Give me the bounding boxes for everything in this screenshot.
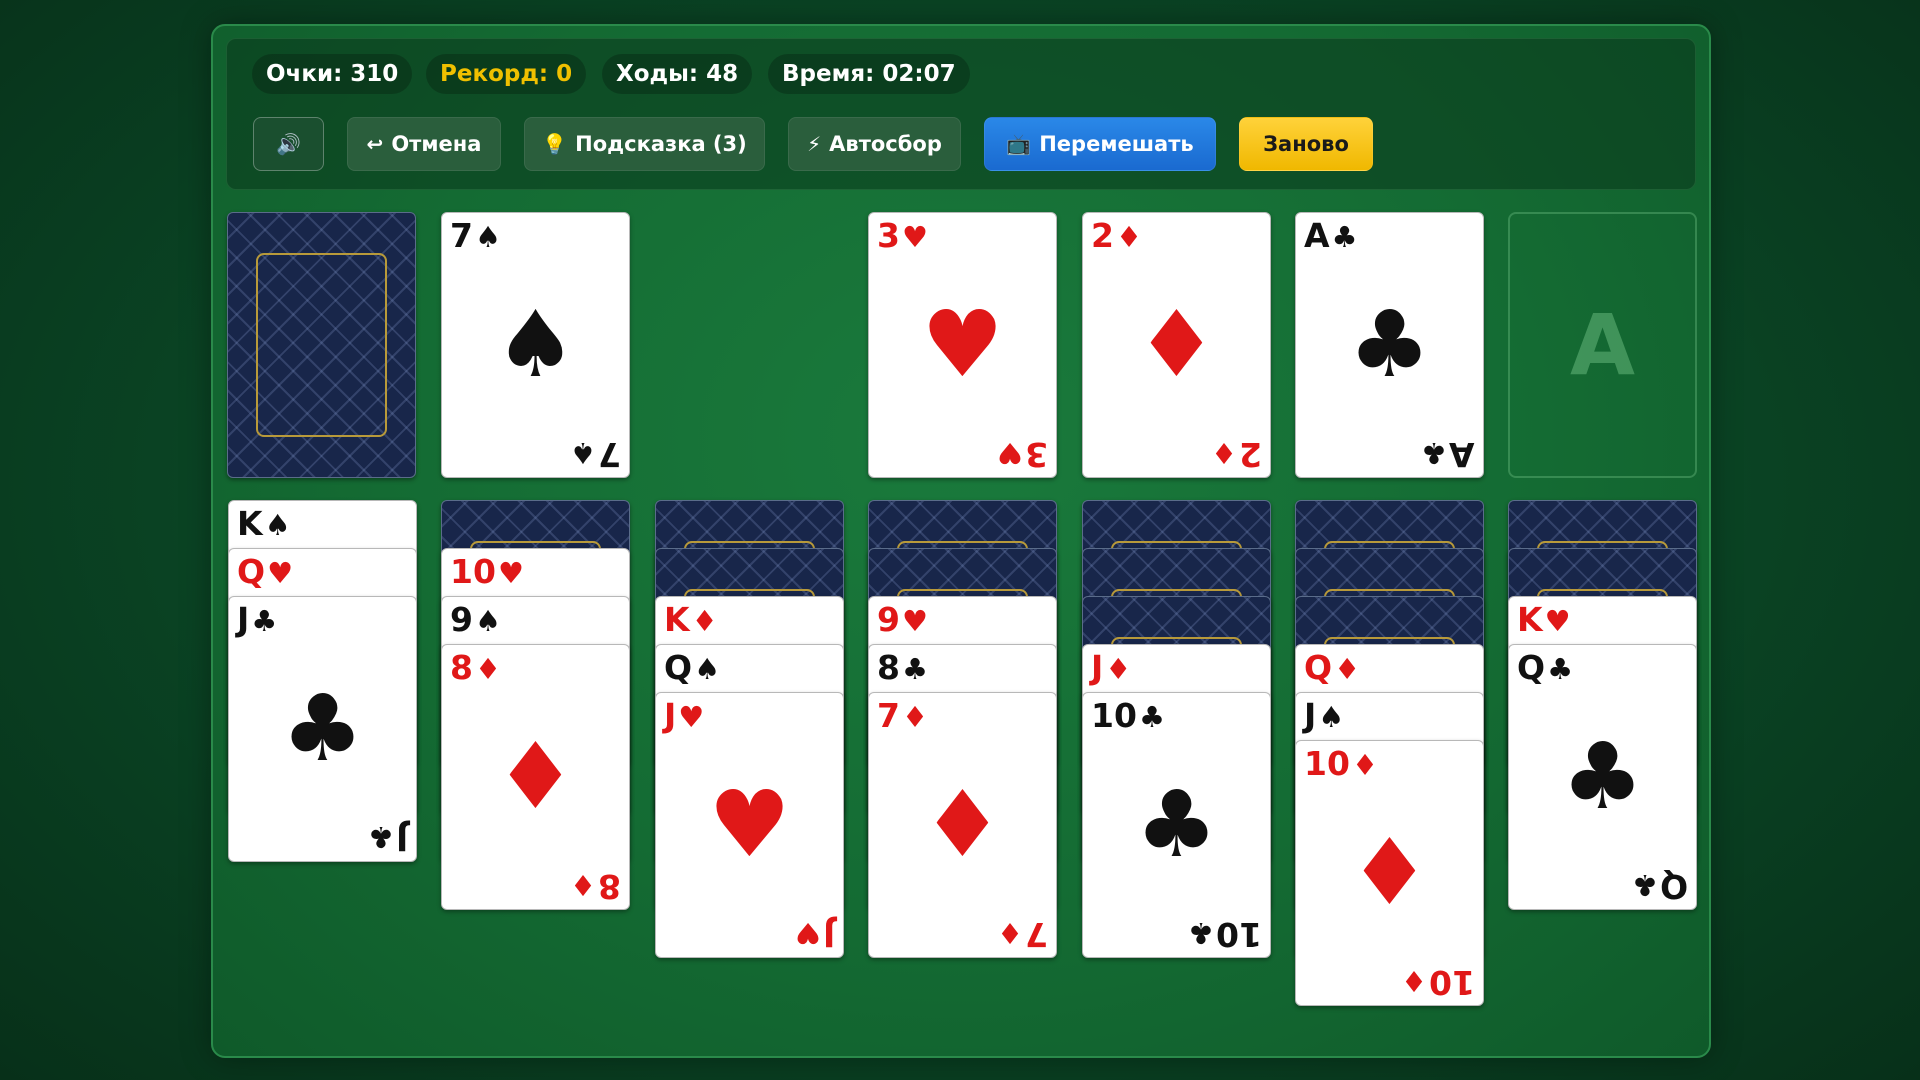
tableau-card[interactable]: 7♦ ♦ 7♦ (868, 692, 1057, 958)
record-stat: Рекорд: 0 (426, 54, 587, 94)
tableau-card[interactable]: 10♦ ♦ 10♦ (1295, 740, 1484, 1006)
card-corner-bottom: 7♠ (570, 434, 621, 474)
diamond-icon: ♦ (1211, 436, 1238, 470)
card-rank: Q (1659, 867, 1688, 906)
foundation-card[interactable]: 2♦ ♦ 2♦ (1082, 212, 1271, 478)
lightbulb-icon: 💡 (542, 132, 568, 156)
tableau-card[interactable]: J♥ ♥ J♥ (655, 692, 844, 958)
tableau-card[interactable]: Q♣ ♣ Q♣ (1508, 644, 1697, 910)
card-corner-bottom: Q♣ (1631, 866, 1688, 906)
moves-stat: Ходы: 48 (602, 54, 753, 94)
diamond-icon: ♦ (570, 868, 597, 902)
club-icon: ♣ (367, 820, 394, 854)
foundation-card[interactable]: 3♥ ♥ 3♥ (868, 212, 1057, 478)
heart-icon: ♥ (794, 916, 821, 950)
spade-icon: ♠ (570, 436, 597, 470)
autocollect-button[interactable]: ⚡ Автосбор (788, 117, 961, 171)
card-rank: J (395, 819, 408, 858)
card-rank: 7 (598, 435, 621, 474)
card-rank: 7 (1025, 915, 1048, 954)
hint-button[interactable]: 💡 Подсказка (3) (524, 117, 765, 171)
card-corner-bottom: 3♥ (997, 434, 1048, 474)
diamond-icon: ♦ (1401, 964, 1428, 998)
card-corner-bottom: 2♦ (1211, 434, 1262, 474)
undo-button[interactable]: ↩ Отмена (347, 117, 501, 171)
shuffle-button[interactable]: 📺 Перемешать (984, 117, 1216, 171)
card-corner-bottom: 10♣ (1188, 914, 1262, 954)
card-rank: 10 (1429, 963, 1475, 1002)
waste-card[interactable]: 7♠ ♠ 7♠ (441, 212, 630, 478)
card-rank: A (1449, 435, 1475, 474)
card-corner-bottom: 7♦ (997, 914, 1048, 954)
diamond-icon: ♦ (997, 916, 1024, 950)
club-icon: ♣ (1421, 436, 1448, 470)
tableau-card[interactable]: J♣ ♣ J♣ (228, 596, 417, 862)
stock-pile[interactable] (227, 212, 416, 478)
undo-button-label: Отмена (391, 132, 482, 156)
card-corner-bottom: J♥ (794, 914, 835, 954)
club-icon: ♣ (1631, 868, 1658, 902)
autocollect-button-label: Автосбор (829, 132, 942, 156)
restart-button[interactable]: Заново (1239, 117, 1373, 171)
card-corner-bottom: J♣ (367, 818, 408, 858)
card-rank: 8 (598, 867, 621, 906)
club-icon: ♣ (1188, 916, 1215, 950)
card-rank: 10 (1216, 915, 1262, 954)
speaker-icon: 🔊 (276, 132, 301, 156)
restart-button-label: Заново (1263, 132, 1349, 156)
lightning-icon: ⚡ (807, 132, 822, 156)
hint-button-label: Подсказка (3) (575, 132, 747, 156)
foundation-slot-label: A (1569, 296, 1635, 394)
shuffle-button-label: Перемешать (1039, 132, 1194, 156)
card-rank: 3 (1025, 435, 1048, 474)
tableau-card[interactable]: 8♦ ♦ 8♦ (441, 644, 630, 910)
time-stat: Время: 02:07 (768, 54, 970, 94)
heart-icon: ♥ (997, 436, 1024, 470)
card-corner-bottom: A♣ (1421, 434, 1475, 474)
foundation-empty-slot[interactable]: A (1508, 212, 1697, 478)
sound-toggle-button[interactable]: 🔊 (253, 117, 324, 171)
card-rank: J (822, 915, 835, 954)
card-rank: 2 (1239, 435, 1262, 474)
card-corner-bottom: 10♦ (1401, 962, 1475, 1002)
score-stat: Очки: 310 (252, 54, 413, 94)
card-corner-bottom: 8♦ (570, 866, 621, 906)
undo-arrow-icon: ↩ (366, 132, 384, 156)
foundation-card[interactable]: A♣ ♣ A♣ (1295, 212, 1484, 478)
tableau-card[interactable]: 10♣ ♣ 10♣ (1082, 692, 1271, 958)
tv-icon: 📺 (1006, 132, 1032, 156)
